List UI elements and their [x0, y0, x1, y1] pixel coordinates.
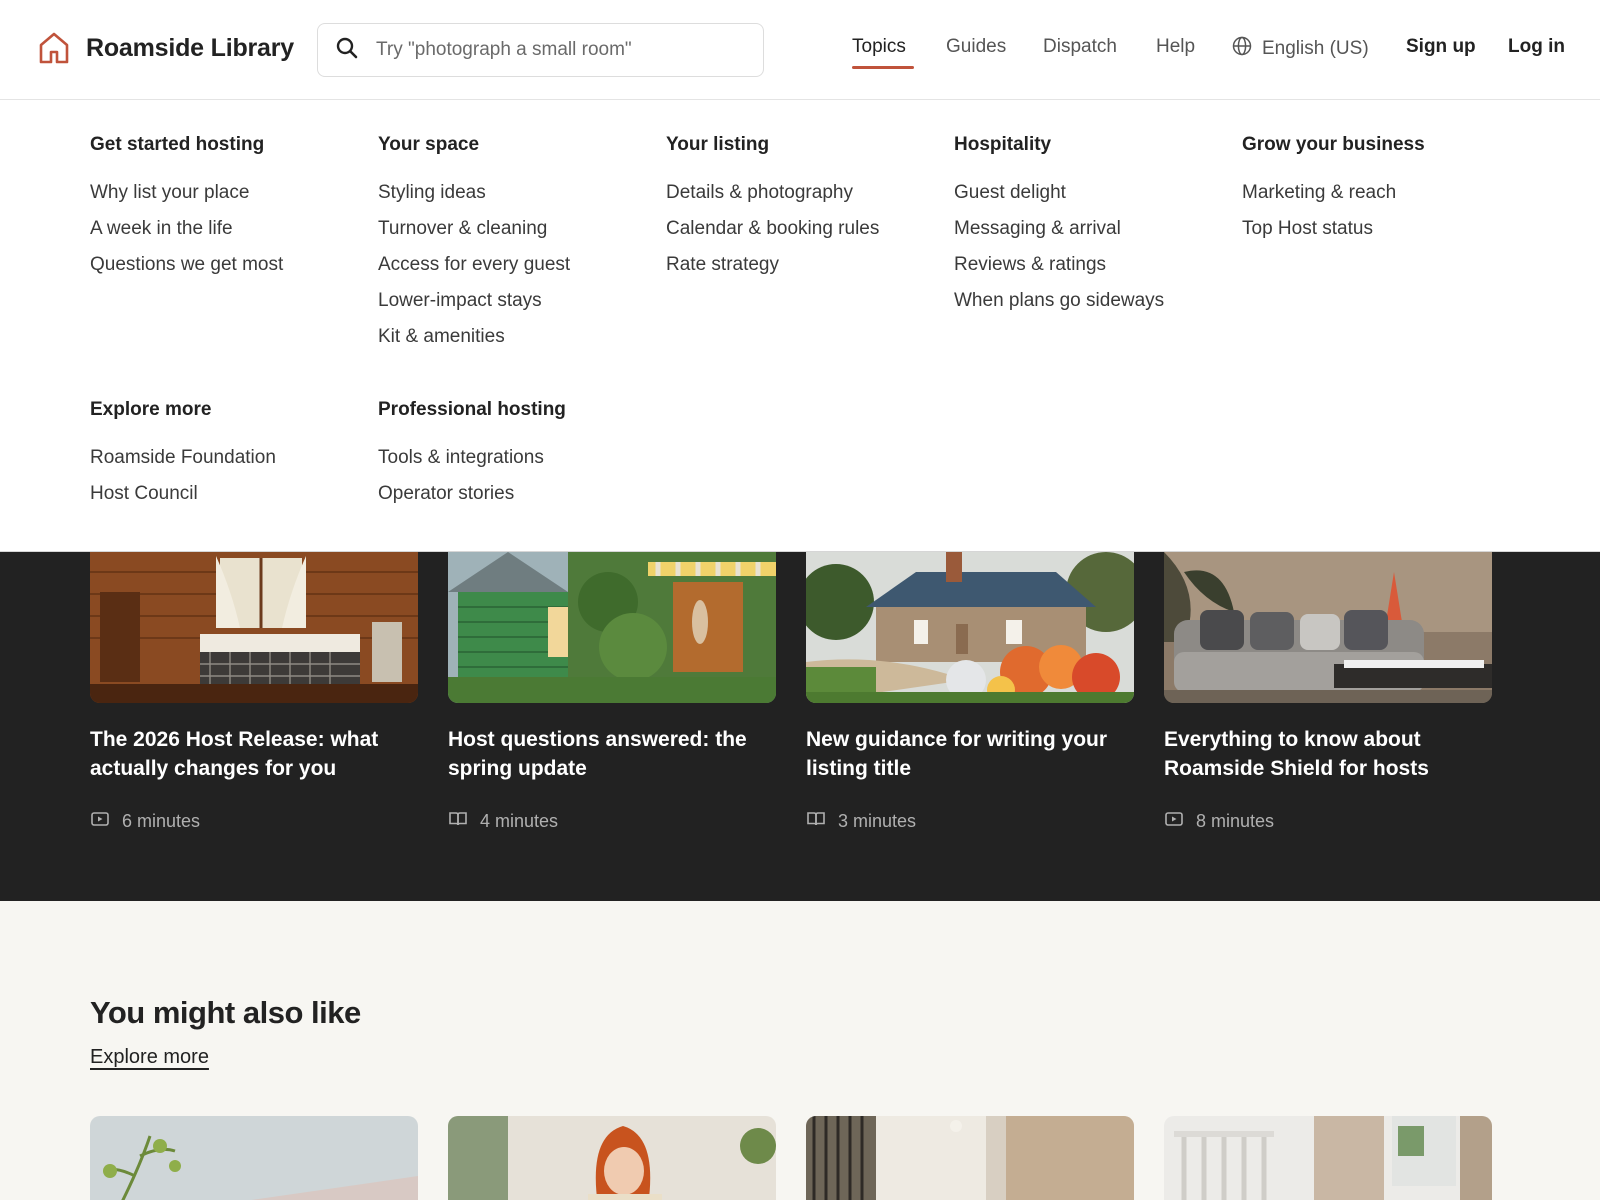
- menu-link[interactable]: Top Host status: [1242, 211, 1425, 247]
- article-duration: 4 minutes: [480, 811, 559, 831]
- menu-heading: Your listing: [666, 134, 770, 155]
- book-icon: [448, 809, 468, 834]
- menu-link[interactable]: Styling ideas: [378, 175, 570, 211]
- menu-link[interactable]: Kit & amenities: [378, 319, 570, 355]
- article-card[interactable]: Host questions answered: the spring upda…: [448, 552, 776, 834]
- menu-heading: Get started hosting: [90, 134, 265, 155]
- article-title: New guidance for writing your listing ti…: [806, 728, 1108, 780]
- menu-link[interactable]: Guest delight: [954, 175, 1164, 211]
- article-card[interactable]: New guidance for writing your listing ti…: [806, 552, 1134, 834]
- nav-topics[interactable]: Topics: [852, 36, 906, 58]
- search-icon: [336, 37, 358, 64]
- nav-guides[interactable]: Guides: [946, 36, 1006, 58]
- article-meta: 3 minutes: [806, 809, 1134, 834]
- menu-link[interactable]: Marketing & reach: [1242, 175, 1425, 211]
- menu-link[interactable]: Why list your place: [90, 175, 283, 211]
- article-title: The 2026 Host Release: what actually cha…: [90, 728, 379, 780]
- article-meta: 6 minutes: [90, 809, 418, 834]
- menu-column-your-space: Your space Styling ideas Turnover & clea…: [378, 134, 570, 355]
- video-icon: [90, 809, 110, 834]
- globe-icon: [1232, 36, 1252, 62]
- brand-logo-link[interactable]: Roamside Library: [36, 30, 294, 66]
- featured-articles-band: The 2026 Host Release: what actually cha…: [0, 552, 1600, 901]
- video-icon: [1164, 809, 1184, 834]
- menu-heading: Hospitality: [954, 134, 1052, 155]
- menu-column-get-started: Get started hosting Why list your place …: [90, 134, 283, 283]
- menu-link[interactable]: Turnover & cleaning: [378, 211, 570, 247]
- menu-column-explore-more: Explore more Roamside Foundation Host Co…: [90, 399, 276, 512]
- menu-column-professional-hosting: Professional hosting Tools & integration…: [378, 399, 566, 512]
- article-thumbnail: [806, 552, 1134, 703]
- menu-heading: Grow your business: [1242, 134, 1425, 155]
- language-selector[interactable]: English (US): [1232, 36, 1369, 62]
- menu-column-grow-business: Grow your business Marketing & reach Top…: [1242, 134, 1425, 247]
- article-duration: 6 minutes: [122, 811, 201, 831]
- related-card-thumbnail[interactable]: [448, 1116, 776, 1200]
- log-in-link[interactable]: Log in: [1508, 36, 1565, 58]
- menu-heading: Your space: [378, 134, 480, 155]
- article-thumbnail: [90, 552, 418, 703]
- menu-link[interactable]: When plans go sideways: [954, 283, 1164, 319]
- menu-link[interactable]: Calendar & booking rules: [666, 211, 879, 247]
- search-input[interactable]: [376, 39, 746, 61]
- menu-link[interactable]: Roamside Foundation: [90, 440, 276, 476]
- menu-column-your-listing: Your listing Details & photography Calen…: [666, 134, 879, 283]
- menu-link[interactable]: Messaging & arrival: [954, 211, 1164, 247]
- menu-link[interactable]: Host Council: [90, 476, 276, 512]
- article-title: Host questions answered: the spring upda…: [448, 728, 747, 780]
- menu-link[interactable]: Questions we get most: [90, 247, 283, 283]
- article-duration: 8 minutes: [1196, 811, 1275, 831]
- menu-heading: Explore more: [90, 399, 212, 420]
- brand-name: Roamside Library: [86, 33, 294, 62]
- menu-link[interactable]: Lower-impact stays: [378, 283, 570, 319]
- article-title: Everything to know about Roamside Shield…: [1164, 728, 1429, 780]
- menu-column-hospitality: Hospitality Guest delight Messaging & ar…: [954, 134, 1164, 319]
- topics-mega-menu: Get started hosting Why list your place …: [0, 100, 1600, 552]
- article-duration: 3 minutes: [838, 811, 917, 831]
- language-label: English (US): [1262, 38, 1369, 59]
- active-nav-indicator: [852, 66, 914, 69]
- house-logo-icon: [36, 30, 72, 66]
- nav-dispatch[interactable]: Dispatch: [1043, 36, 1117, 58]
- menu-link[interactable]: Tools & integrations: [378, 440, 566, 476]
- article-meta: 4 minutes: [448, 809, 776, 834]
- article-thumbnail: [1164, 552, 1492, 703]
- article-meta: 8 minutes: [1164, 809, 1492, 834]
- menu-link[interactable]: A week in the life: [90, 211, 283, 247]
- menu-link[interactable]: Details & photography: [666, 175, 879, 211]
- menu-link[interactable]: Reviews & ratings: [954, 247, 1164, 283]
- search-bar[interactable]: [317, 23, 764, 77]
- section-heading: You might also like: [90, 995, 361, 1030]
- explore-more-link[interactable]: Explore more: [90, 1046, 209, 1069]
- article-card[interactable]: The 2026 Host Release: what actually cha…: [90, 552, 418, 834]
- related-card-thumbnail[interactable]: [1164, 1116, 1492, 1200]
- menu-link[interactable]: Access for every guest: [378, 247, 570, 283]
- article-thumbnail: [448, 552, 776, 703]
- menu-link[interactable]: Operator stories: [378, 476, 566, 512]
- nav-help[interactable]: Help: [1156, 36, 1195, 58]
- menu-link[interactable]: Rate strategy: [666, 247, 879, 283]
- related-section: You might also like Explore more: [0, 901, 1600, 1200]
- related-card-thumbnail[interactable]: [806, 1116, 1134, 1200]
- sign-up-link[interactable]: Sign up: [1406, 36, 1476, 58]
- menu-heading: Professional hosting: [378, 399, 566, 420]
- article-card[interactable]: Everything to know about Roamside Shield…: [1164, 552, 1492, 834]
- site-header: Roamside Library Topics Guides Dispatch …: [0, 0, 1600, 100]
- related-card-thumbnail[interactable]: [90, 1116, 418, 1200]
- book-icon: [806, 809, 826, 834]
